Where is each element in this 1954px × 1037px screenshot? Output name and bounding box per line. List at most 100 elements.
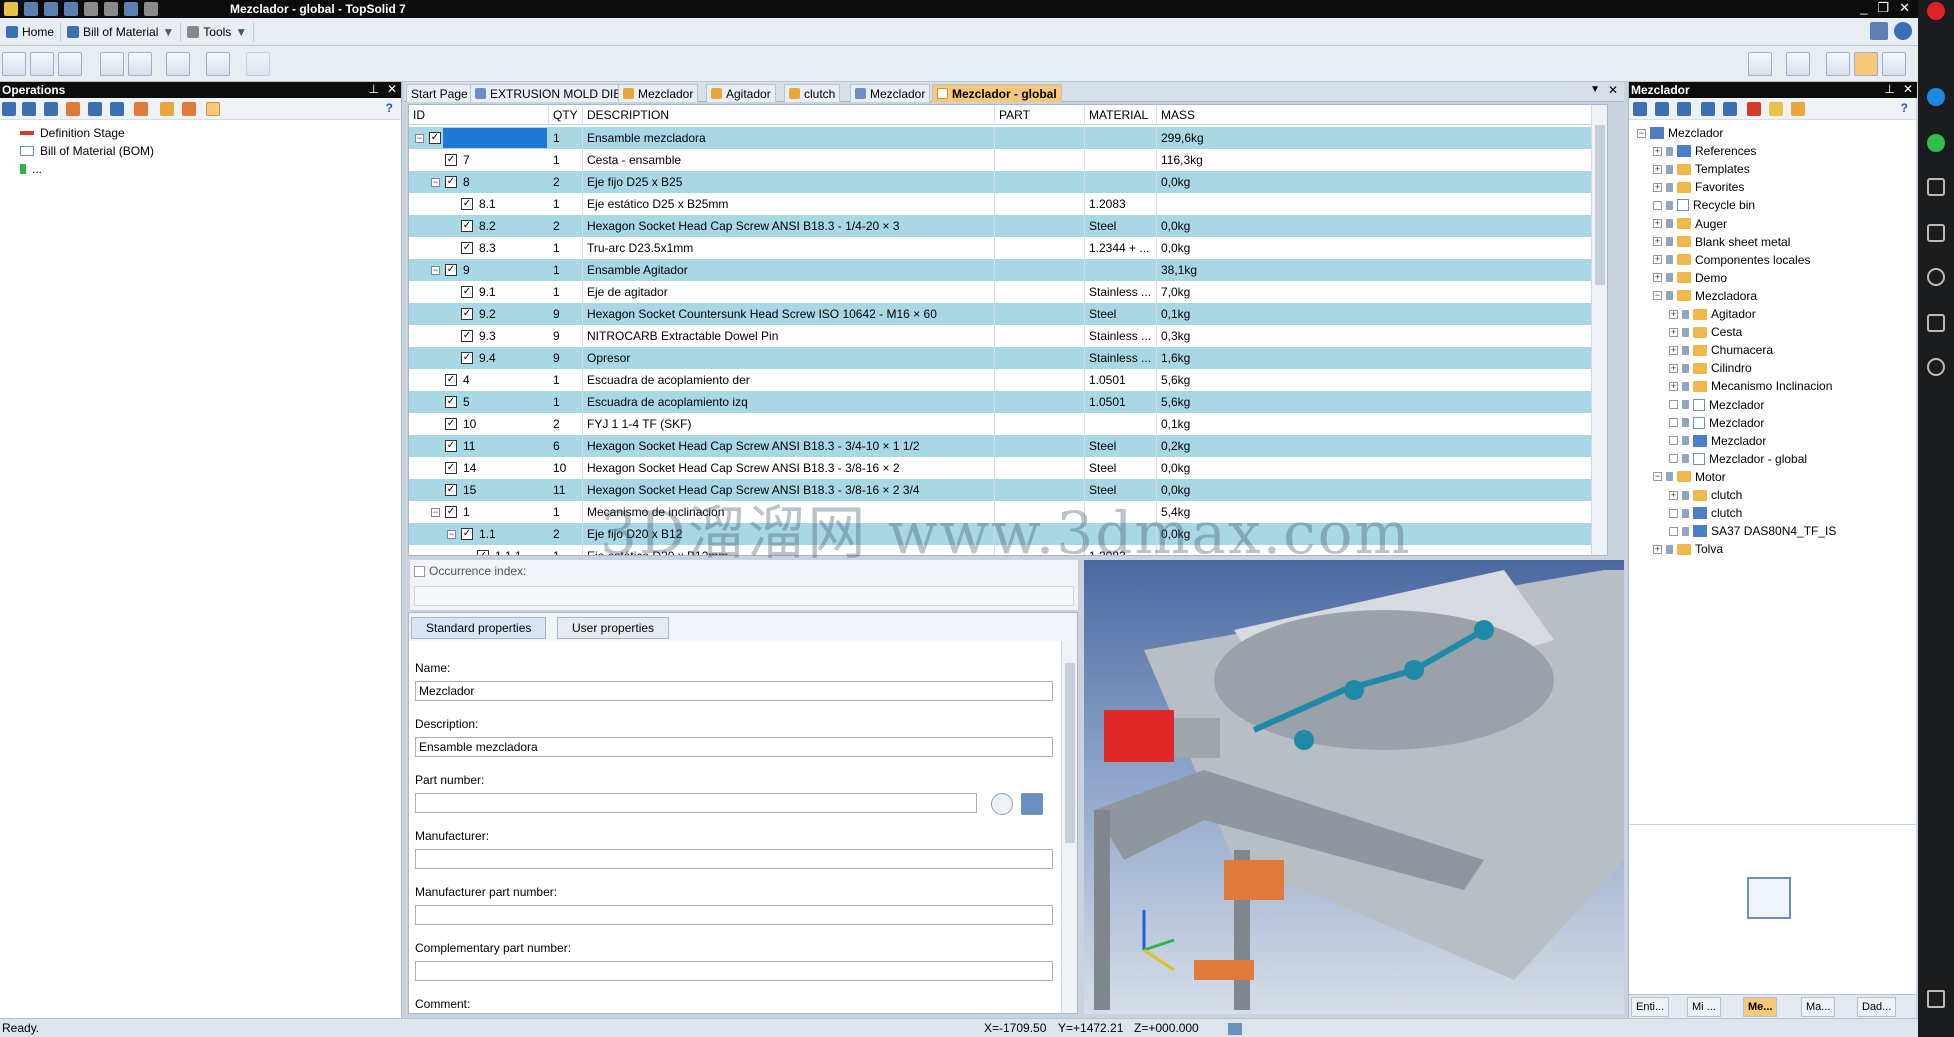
tree-toggle[interactable]: + xyxy=(1653,164,1662,174)
table-row[interactable]: ✓ 11 6 Hexagon Socket Head Cap Screw ANSI B… xyxy=(409,435,1607,457)
tree-item[interactable]: + Blank sheet metal xyxy=(1653,235,1790,249)
search-part-icon[interactable] xyxy=(991,793,1013,815)
swap-icon[interactable] xyxy=(1791,102,1805,116)
tree-toggle[interactable]: + xyxy=(1653,182,1662,192)
table-row[interactable]: ✓ 15 11 Hexagon Socket Head Cap Screw ANSI … xyxy=(409,479,1607,501)
warning-icon[interactable] xyxy=(1769,102,1783,116)
tab-mezclador-1[interactable]: Mezclador xyxy=(618,84,699,102)
collapse-toggle[interactable]: − xyxy=(431,178,440,187)
merge-icon[interactable] xyxy=(110,102,124,116)
table-row[interactable]: ✓ 9.3 9 NITROCARB Extractable Dowel Pin Stai… xyxy=(409,325,1607,347)
tree-item[interactable]: + Auger xyxy=(1653,217,1727,231)
tree-toggle[interactable] xyxy=(1669,418,1678,428)
tree-item[interactable]: Mezclador xyxy=(1669,416,1764,430)
tree-view-icon[interactable] xyxy=(1655,102,1669,116)
tree-icon[interactable] xyxy=(44,102,58,116)
table-row[interactable]: − ✓ 1 Ensamble mezcladora 299,6kg xyxy=(409,127,1607,149)
tree-toggle[interactable]: + xyxy=(1669,490,1678,500)
expand-all-icon[interactable] xyxy=(1633,102,1647,116)
row-checkbox[interactable]: ✓ xyxy=(445,418,457,430)
tree-toggle[interactable]: + xyxy=(1669,363,1678,373)
tree-item[interactable]: − Mezclador xyxy=(1637,126,1723,140)
help-icon[interactable]: ? xyxy=(386,101,393,115)
row-checkbox[interactable]: ✓ xyxy=(461,286,473,298)
collapse-toggle[interactable]: − xyxy=(447,530,456,539)
scrollbar-thumb[interactable] xyxy=(1065,663,1075,843)
tree-item[interactable]: Recycle bin xyxy=(1653,198,1755,212)
tab-dad[interactable]: Dad... xyxy=(1857,997,1897,1017)
tab-mi[interactable]: Mi ... xyxy=(1687,997,1721,1017)
branch-icon[interactable] xyxy=(88,102,102,116)
row-checkbox[interactable]: ✓ xyxy=(445,484,457,496)
eraser-icon[interactable] xyxy=(66,102,80,116)
scrollbar-thumb[interactable] xyxy=(1595,125,1605,285)
filter-icon[interactable] xyxy=(160,102,174,116)
table-row[interactable]: − ✓ 1 1 Mecanismo de inclinacion 5,4kg xyxy=(409,501,1607,523)
tree-item-bom[interactable]: Bill of Material (BOM) xyxy=(20,144,154,158)
tab-ma[interactable]: Ma... xyxy=(1801,997,1836,1017)
occurrence-checkbox[interactable] xyxy=(414,565,425,577)
tab-start-page[interactable]: Start Page xyxy=(406,84,473,102)
tree-item[interactable]: + Componentes locales xyxy=(1653,253,1810,267)
restore-button[interactable]: ❐ xyxy=(1877,0,1889,16)
tree-item[interactable]: + References xyxy=(1653,144,1756,158)
tree-toggle[interactable]: + xyxy=(1669,309,1678,319)
col-qty[interactable]: QTY xyxy=(549,105,583,125)
opera-logo-icon[interactable] xyxy=(1927,2,1945,20)
collapse-toggle[interactable]: − xyxy=(431,508,440,517)
tree-toggle[interactable]: + xyxy=(1653,146,1662,156)
close-tab-icon[interactable]: ✕ xyxy=(1608,83,1618,97)
undo-icon[interactable] xyxy=(84,2,98,16)
bom-report-button[interactable] xyxy=(246,52,270,76)
table-row[interactable]: ✓ 14 10 Hexagon Socket Head Cap Screw ANSI … xyxy=(409,457,1607,479)
row-checkbox[interactable]: ✓ xyxy=(445,264,457,276)
row-checkbox[interactable]: ✓ xyxy=(445,396,457,408)
row-checkbox[interactable]: ✓ xyxy=(461,242,473,254)
manufacturer-field[interactable] xyxy=(415,849,1053,869)
close-panel-icon[interactable]: ✕ xyxy=(387,82,397,96)
tree-item[interactable]: clutch xyxy=(1669,506,1742,520)
swap-icon[interactable] xyxy=(182,102,196,116)
tree-toggle[interactable] xyxy=(1669,436,1678,446)
bom-scrollbar[interactable] xyxy=(1591,105,1607,555)
tree-item[interactable]: + Cesta xyxy=(1669,325,1742,339)
save-icon[interactable] xyxy=(24,2,38,16)
row-checkbox[interactable]: ✓ xyxy=(461,528,473,540)
col-part-number[interactable]: PART NUMBER xyxy=(995,105,1085,142)
description-field[interactable]: Ensamble mezcladora xyxy=(415,737,1053,757)
table-row[interactable]: ✓ 8.1 1 Eje estático D25 x B25mm 1.2083 xyxy=(409,193,1607,215)
bom-update-button[interactable] xyxy=(166,52,190,76)
tree-item[interactable]: + Tolva xyxy=(1653,542,1723,556)
tab-mezclador-global[interactable]: Mezclador - global xyxy=(932,84,1062,102)
tree-item[interactable]: + clutch xyxy=(1669,488,1742,502)
tree-toggle[interactable]: + xyxy=(1653,237,1662,247)
row-checkbox[interactable]: ✓ xyxy=(461,220,473,232)
bom-export-button[interactable] xyxy=(100,52,124,76)
pin-icon[interactable]: ⊥ xyxy=(368,82,378,96)
pen-icon[interactable] xyxy=(124,2,138,16)
tree-toggle[interactable]: + xyxy=(1653,255,1662,265)
tab-agitador[interactable]: Agitador xyxy=(706,84,776,102)
tree-toggle[interactable]: − xyxy=(1637,128,1646,138)
tab-mezclador[interactable]: Me... xyxy=(1743,997,1778,1017)
row-checkbox[interactable]: ✓ xyxy=(461,198,473,210)
tree-toggle[interactable]: − xyxy=(1653,472,1662,482)
refresh-tool-button[interactable] xyxy=(1748,52,1772,76)
tree-item[interactable]: + Chumacera xyxy=(1669,343,1773,357)
flag-icon[interactable] xyxy=(1747,102,1761,116)
table-row[interactable]: ✓ 8.2 2 Hexagon Socket Head Cap Screw ANSI … xyxy=(409,215,1607,237)
close-panel-icon[interactable]: ✕ xyxy=(1903,82,1913,96)
render-tool-button[interactable] xyxy=(1786,52,1810,76)
col-description[interactable]: DESCRIPTION xyxy=(583,105,995,125)
view-right-button[interactable] xyxy=(1882,52,1906,76)
save-all-icon[interactable] xyxy=(44,2,58,16)
tree-toggle[interactable]: − xyxy=(1653,291,1662,301)
tree-toggle[interactable]: + xyxy=(1669,381,1678,391)
part-number-field[interactable] xyxy=(415,793,977,813)
table-row[interactable]: ✓ 4 1 Escuadra de acoplamiento der 1.0501 5,6… xyxy=(409,369,1607,391)
bom-table-button[interactable] xyxy=(2,52,26,76)
name-field[interactable]: Mezclador xyxy=(415,681,1053,701)
chevron-down-icon[interactable]: ▼ xyxy=(235,25,247,39)
table-row[interactable]: ✓ 9.4 9 Opresor Stainless ... 1,6kg xyxy=(409,347,1607,369)
close-button[interactable]: ✕ xyxy=(1899,0,1910,16)
